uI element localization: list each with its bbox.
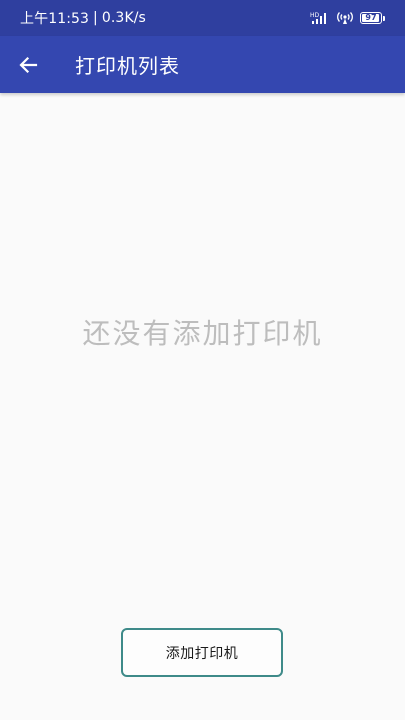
status-right: HD 97 (310, 11, 385, 25)
status-separator: | (93, 10, 98, 26)
arrow-back-icon (18, 55, 38, 75)
app-bar: 打印机列表 (0, 36, 405, 93)
status-left: 上午11:53 | 0.3K/s (20, 8, 146, 28)
hotspot-icon (336, 11, 354, 25)
network-label: HD (310, 12, 320, 19)
back-button[interactable] (0, 36, 56, 93)
battery-body: 97 (360, 12, 382, 24)
battery-level: 97 (365, 13, 377, 22)
status-net-speed: 0.3K/s (101, 10, 146, 26)
add-printer-button[interactable]: 添加打印机 (121, 628, 283, 677)
status-bar: 上午11:53 | 0.3K/s HD 97 (0, 0, 405, 36)
page-title: 打印机列表 (75, 54, 180, 78)
status-time: 上午11:53 (20, 11, 90, 27)
empty-state-message: 还没有添加打印机 (82, 317, 323, 350)
battery-cap (383, 15, 385, 21)
battery-icon: 97 (360, 12, 385, 24)
hd-signal-icon: HD (310, 11, 330, 25)
